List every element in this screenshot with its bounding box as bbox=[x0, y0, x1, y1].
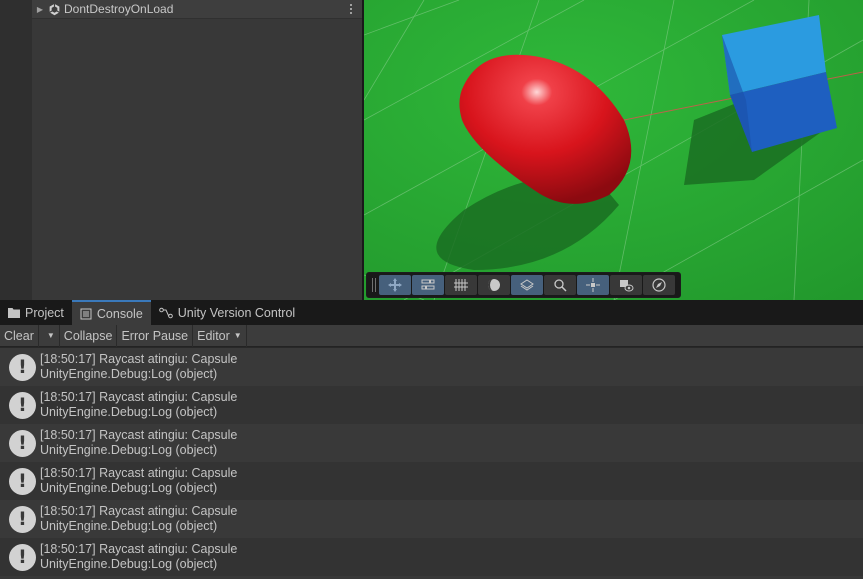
bottom-tab-bar: Project Console Unity Version Control bbox=[0, 300, 863, 325]
error-pause-label: Error Pause bbox=[121, 328, 189, 343]
search-icon[interactable] bbox=[544, 275, 576, 295]
toggle-panels-icon[interactable] bbox=[412, 275, 444, 295]
move-view-icon[interactable] bbox=[379, 275, 411, 295]
console-toolbar: Clear ▼ Collapse Error Pause Editor ▼ bbox=[0, 324, 863, 347]
collapse-label: Collapse bbox=[63, 328, 113, 343]
log-stacktrace: UnityEngine.Debug:Log (object) bbox=[40, 519, 218, 533]
info-icon: ! bbox=[9, 353, 36, 381]
toolbar-grip-handle[interactable] bbox=[369, 275, 379, 295]
error-pause-toggle[interactable]: Error Pause bbox=[117, 324, 194, 347]
clear-label: Clear bbox=[4, 328, 34, 343]
editor-label: Editor bbox=[197, 328, 230, 343]
scene-viewport bbox=[364, 0, 863, 300]
collapse-toggle[interactable]: Collapse bbox=[60, 324, 118, 347]
info-icon: ! bbox=[9, 429, 36, 457]
unity-scene-icon bbox=[47, 2, 61, 16]
tab-project[interactable]: Project bbox=[0, 300, 72, 325]
log-entry[interactable]: ! [18:50:17] Raycast atingiu: Capsule Uni… bbox=[0, 348, 863, 386]
log-message: [18:50:17] Raycast atingiu: Capsule bbox=[40, 390, 238, 404]
log-stacktrace: UnityEngine.Debug:Log (object) bbox=[40, 405, 218, 419]
log-entry[interactable]: ! [18:50:17] Raycast atingiu: Capsule Uni… bbox=[0, 386, 863, 424]
log-entry[interactable]: ! [18:50:17] Raycast atingiu: Capsule Uni… bbox=[0, 538, 863, 576]
expand-arrow-icon[interactable]: ▶ bbox=[34, 5, 46, 14]
log-entry[interactable]: ! [18:50:17] Raycast atingiu: Capsule Uni… bbox=[0, 424, 863, 462]
info-icon: ! bbox=[9, 505, 36, 533]
center-pivot-icon[interactable] bbox=[577, 275, 609, 295]
log-stacktrace: UnityEngine.Debug:Log (object) bbox=[40, 481, 218, 495]
clear-button[interactable]: Clear bbox=[0, 324, 39, 347]
hierarchy-gutter bbox=[0, 0, 32, 300]
scene-overlay-toolbar bbox=[366, 272, 681, 298]
editor-dropdown[interactable]: Editor ▼ bbox=[193, 324, 247, 347]
log-message: [18:50:17] Raycast atingiu: Capsule bbox=[40, 352, 238, 366]
info-icon: ! bbox=[9, 467, 36, 495]
chevron-down-icon: ▼ bbox=[46, 331, 55, 340]
hierarchy-item-label: DontDestroyOnLoad bbox=[64, 2, 174, 16]
clear-options-dropdown[interactable]: ▼ bbox=[39, 324, 60, 347]
log-entry[interactable]: ! [18:50:17] Raycast atingiu: Capsule Uni… bbox=[0, 462, 863, 500]
log-entry[interactable]: ! [18:50:17] Raycast atingiu: Capsule Uni… bbox=[0, 500, 863, 538]
tab-label: Console bbox=[96, 306, 143, 321]
info-icon: ! bbox=[9, 391, 36, 419]
hierarchy-panel: ▶ DontDestroyOnLoad bbox=[0, 0, 362, 300]
log-stacktrace: UnityEngine.Debug:Log (object) bbox=[40, 367, 218, 381]
more-options-icon[interactable] bbox=[348, 2, 354, 16]
chevron-down-icon: ▼ bbox=[233, 331, 242, 340]
shading-icon[interactable] bbox=[478, 275, 510, 295]
surface-snapping-icon[interactable] bbox=[511, 275, 543, 295]
hierarchy-item-dontdestroyonload[interactable]: ▶ DontDestroyOnLoad bbox=[32, 0, 362, 19]
tab-label: Unity Version Control bbox=[177, 305, 296, 320]
info-icon: ! bbox=[9, 543, 36, 571]
visibility-icon[interactable] bbox=[610, 275, 642, 295]
console-icon bbox=[80, 308, 92, 319]
tab-console[interactable]: Console bbox=[71, 300, 151, 325]
scene-view[interactable] bbox=[364, 0, 863, 300]
grid-icon[interactable] bbox=[445, 275, 477, 295]
compass-icon[interactable] bbox=[643, 275, 675, 295]
log-message: [18:50:17] Raycast atingiu: Capsule bbox=[40, 466, 238, 480]
log-message: [18:50:17] Raycast atingiu: Capsule bbox=[40, 504, 238, 518]
log-stacktrace: UnityEngine.Debug:Log (object) bbox=[40, 443, 218, 457]
log-stacktrace: UnityEngine.Debug:Log (object) bbox=[40, 557, 218, 571]
tab-unity-version-control[interactable]: Unity Version Control bbox=[151, 300, 303, 325]
console-log-list[interactable]: ! [18:50:17] Raycast atingiu: Capsule Uni… bbox=[0, 348, 863, 579]
log-message: [18:50:17] Raycast atingiu: Capsule bbox=[40, 542, 238, 556]
branch-icon bbox=[158, 307, 173, 318]
folder-icon bbox=[8, 308, 20, 318]
log-message: [18:50:17] Raycast atingiu: Capsule bbox=[40, 428, 238, 442]
tab-label: Project bbox=[25, 305, 64, 320]
